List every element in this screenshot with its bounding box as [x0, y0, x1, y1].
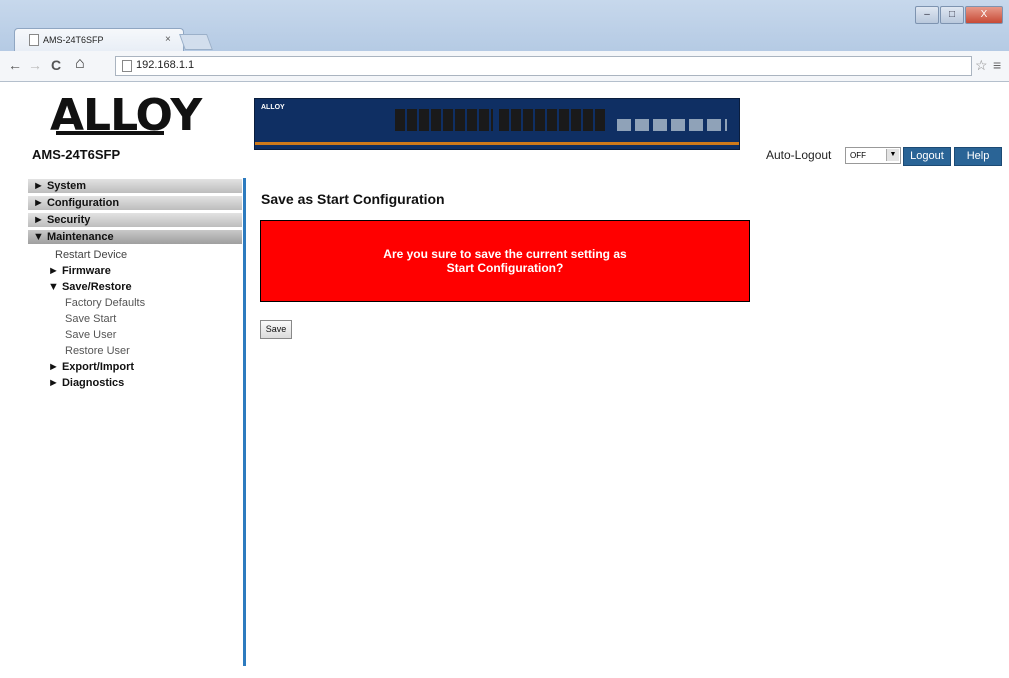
tab-title: AMS-24T6SFP	[43, 35, 104, 45]
bookmark-star-icon[interactable]: ☆	[975, 57, 988, 74]
chevron-down-icon: ▼	[886, 149, 899, 161]
port-group	[395, 109, 493, 131]
reload-icon[interactable]: C	[51, 57, 61, 73]
logo-underline	[56, 131, 164, 135]
switch-front-panel-image: ALLOY	[254, 98, 740, 150]
sidebar-item-firmware[interactable]: ► Firmware	[28, 263, 242, 279]
sidebar-item-export-import[interactable]: ► Export/Import	[28, 359, 242, 375]
sidebar-item-restart-device[interactable]: Restart Device	[28, 247, 242, 263]
address-bar[interactable]: 192.168.1.1	[115, 56, 972, 76]
save-button[interactable]: Save	[260, 320, 292, 339]
auto-logout-label: Auto-Logout	[766, 148, 832, 162]
panel-accent-line	[255, 142, 739, 145]
url-text: 192.168.1.1	[136, 59, 195, 71]
sidebar-item-save-restore[interactable]: ▼ Save/Restore	[28, 279, 242, 295]
forward-arrow-icon[interactable]: →	[28, 57, 42, 73]
sidebar-divider	[243, 178, 246, 666]
port-group	[499, 109, 605, 131]
sidebar-item-save-start[interactable]: Save Start	[28, 311, 242, 327]
sfp-ports	[617, 119, 727, 131]
back-arrow-icon[interactable]: ←	[8, 57, 22, 73]
sidebar-item-configuration[interactable]: ► Configuration	[28, 196, 242, 210]
auto-logout-value: OFF	[850, 151, 866, 160]
browser-menu-icon[interactable]: ≡	[993, 57, 1001, 73]
window-controls: – □ X	[914, 4, 1003, 24]
alloy-logo: ALLOY	[50, 90, 202, 141]
alert-text-line2: Start Configuration?	[446, 261, 564, 275]
sidebar-menu: ► System ► Configuration ► Security ▼ Ma…	[28, 179, 242, 391]
help-button[interactable]: Help	[954, 147, 1002, 166]
sidebar-item-save-user[interactable]: Save User	[28, 327, 242, 343]
device-model: AMS-24T6SFP	[32, 147, 121, 162]
sidebar-item-maintenance[interactable]: ▼ Maintenance	[28, 230, 242, 244]
maximize-icon[interactable]: □	[940, 6, 964, 24]
sidebar-item-factory-defaults[interactable]: Factory Defaults	[28, 295, 242, 311]
sidebar-item-diagnostics[interactable]: ► Diagnostics	[28, 375, 242, 391]
browser-toolbar: ← → C ⌂ 192.168.1.1 ☆ ≡	[0, 51, 1009, 82]
switch-brand: ALLOY	[261, 104, 285, 111]
close-window-icon[interactable]: X	[965, 6, 1003, 24]
new-tab-button[interactable]	[179, 34, 213, 50]
sidebar-item-security[interactable]: ► Security	[28, 213, 242, 227]
page-title: Save as Start Configuration	[261, 191, 445, 207]
confirmation-alert: Are you sure to save the current setting…	[260, 220, 750, 302]
minimize-icon[interactable]: –	[915, 6, 939, 24]
home-icon[interactable]: ⌂	[75, 55, 85, 73]
tab-close-icon[interactable]: ×	[165, 34, 171, 45]
sidebar-item-restore-user[interactable]: Restore User	[28, 343, 242, 359]
page-icon	[122, 60, 132, 72]
page-icon	[29, 34, 39, 46]
logout-button[interactable]: Logout	[903, 147, 951, 166]
alert-text-line1: Are you sure to save the current setting…	[383, 247, 627, 261]
sidebar-item-system[interactable]: ► System	[28, 179, 242, 193]
auto-logout-select[interactable]: OFF ▼	[845, 147, 901, 164]
browser-tab[interactable]: AMS-24T6SFP ×	[14, 28, 184, 51]
